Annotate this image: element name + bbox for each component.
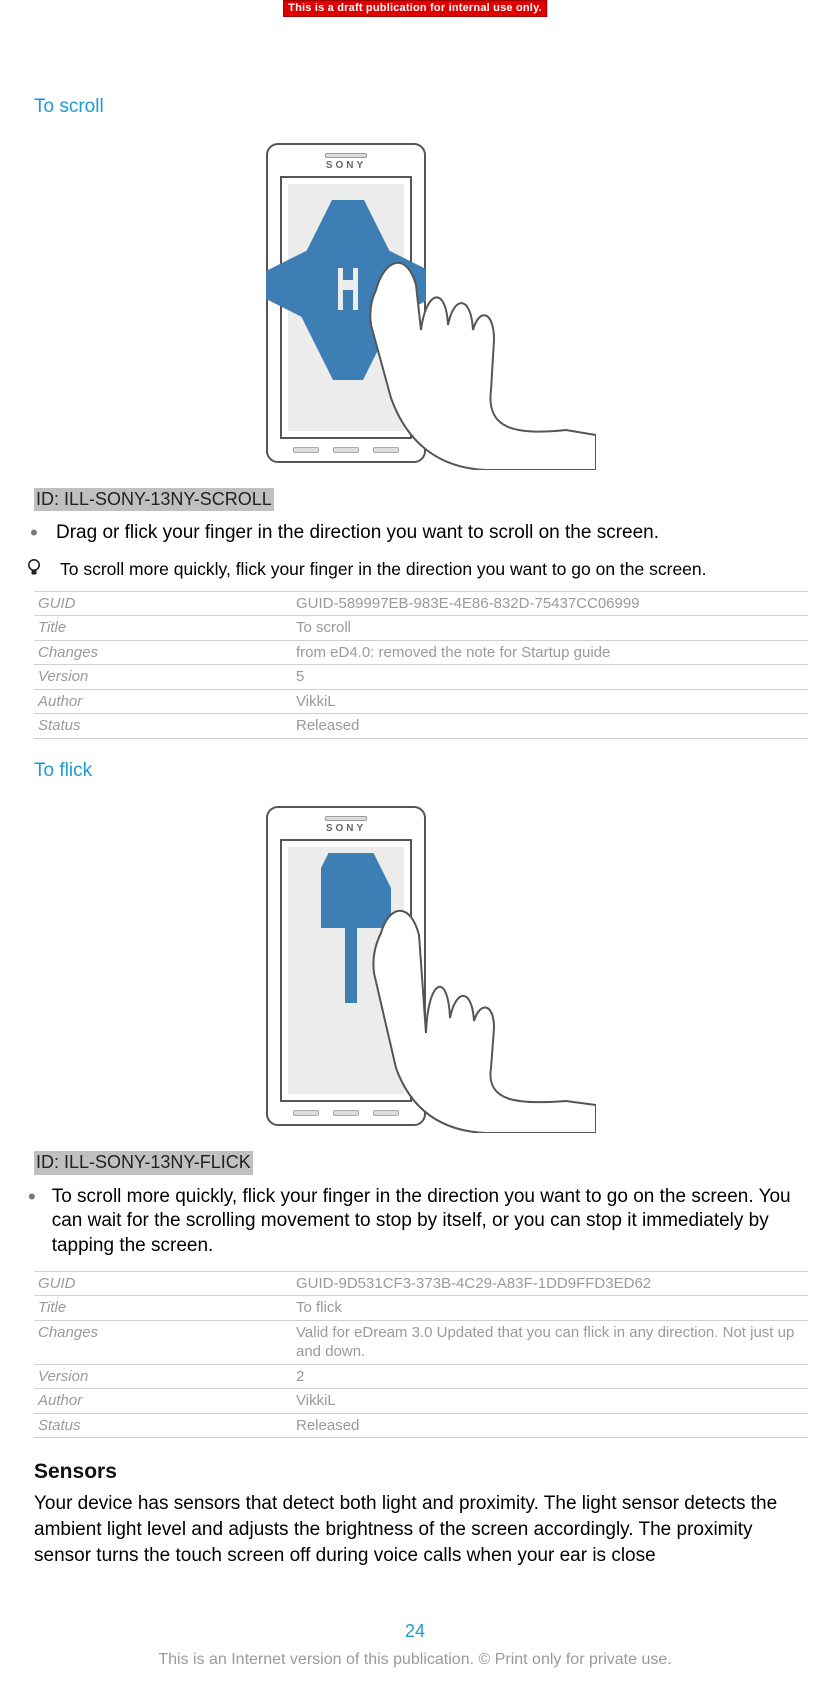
illustration-scroll: SONY <box>34 140 808 470</box>
meta-table-scroll: GUIDGUID-589997EB-983E-4E86-832D-75437CC… <box>34 591 808 739</box>
phone-brand-label: SONY <box>326 159 366 172</box>
meta-val: Valid for eDream 3.0 Updated that you ca… <box>292 1320 808 1364</box>
bullet-icon: • <box>28 1187 36 1259</box>
phone-brand-label: SONY <box>326 822 366 835</box>
heading-sensors: Sensors <box>34 1458 808 1485</box>
page-number: 24 <box>0 1620 830 1643</box>
heading-to-flick: To flick <box>34 759 808 784</box>
meta-key: Changes <box>34 1320 292 1364</box>
meta-val: To flick <box>292 1296 808 1321</box>
footer-text: This is an Internet version of this publ… <box>0 1650 830 1671</box>
meta-key: GUID <box>34 591 292 616</box>
meta-key: Version <box>34 1364 292 1389</box>
flick-instruction: • To scroll more quickly, flick your fin… <box>28 1185 808 1259</box>
meta-val: To scroll <box>292 616 808 641</box>
meta-key: Author <box>34 1389 292 1414</box>
scroll-tip: To scroll more quickly, flick your finge… <box>26 558 808 581</box>
scroll-tip-text: To scroll more quickly, flick your finge… <box>60 558 707 581</box>
meta-val: Released <box>292 1413 808 1438</box>
meta-val: GUID-589997EB-983E-4E86-832D-75437CC0699… <box>292 591 808 616</box>
image-id-flick: ID: ILL-SONY-13NY-FLICK <box>34 1151 253 1174</box>
meta-key: Version <box>34 665 292 690</box>
bullet-icon: • <box>28 523 40 546</box>
lightbulb-icon <box>26 558 42 578</box>
meta-key: Status <box>34 1413 292 1438</box>
heading-to-scroll: To scroll <box>34 95 808 120</box>
meta-key: Title <box>34 1296 292 1321</box>
meta-val: from eD4.0: removed the note for Startup… <box>292 640 808 665</box>
scroll-arrows-icon <box>266 200 426 380</box>
meta-val: VikkiL <box>292 1389 808 1414</box>
illustration-flick: SONY <box>34 803 808 1133</box>
meta-key: Status <box>34 714 292 739</box>
meta-val: 5 <box>292 665 808 690</box>
meta-key: Changes <box>34 640 292 665</box>
meta-table-flick: GUIDGUID-9D531CF3-373B-4C29-A83F-1DD9FFD… <box>34 1271 808 1439</box>
scroll-instruction-text: Drag or flick your finger in the directi… <box>56 521 659 546</box>
meta-val: GUID-9D531CF3-373B-4C29-A83F-1DD9FFD3ED6… <box>292 1271 808 1296</box>
flick-arrow-icon <box>321 853 391 1023</box>
flick-instruction-text: To scroll more quickly, flick your finge… <box>52 1185 808 1259</box>
meta-key: Title <box>34 616 292 641</box>
page-content: To scroll SONY <box>0 0 830 1568</box>
meta-key: GUID <box>34 1271 292 1296</box>
meta-key: Author <box>34 689 292 714</box>
image-id-scroll: ID: ILL-SONY-13NY-SCROLL <box>34 488 274 511</box>
meta-val: 2 <box>292 1364 808 1389</box>
scroll-instruction: • Drag or flick your finger in the direc… <box>28 521 808 546</box>
draft-banner: This is a draft publication for internal… <box>283 0 547 17</box>
meta-val: VikkiL <box>292 689 808 714</box>
sensors-paragraph: Your device has sensors that detect both… <box>34 1491 808 1568</box>
meta-val: Released <box>292 714 808 739</box>
